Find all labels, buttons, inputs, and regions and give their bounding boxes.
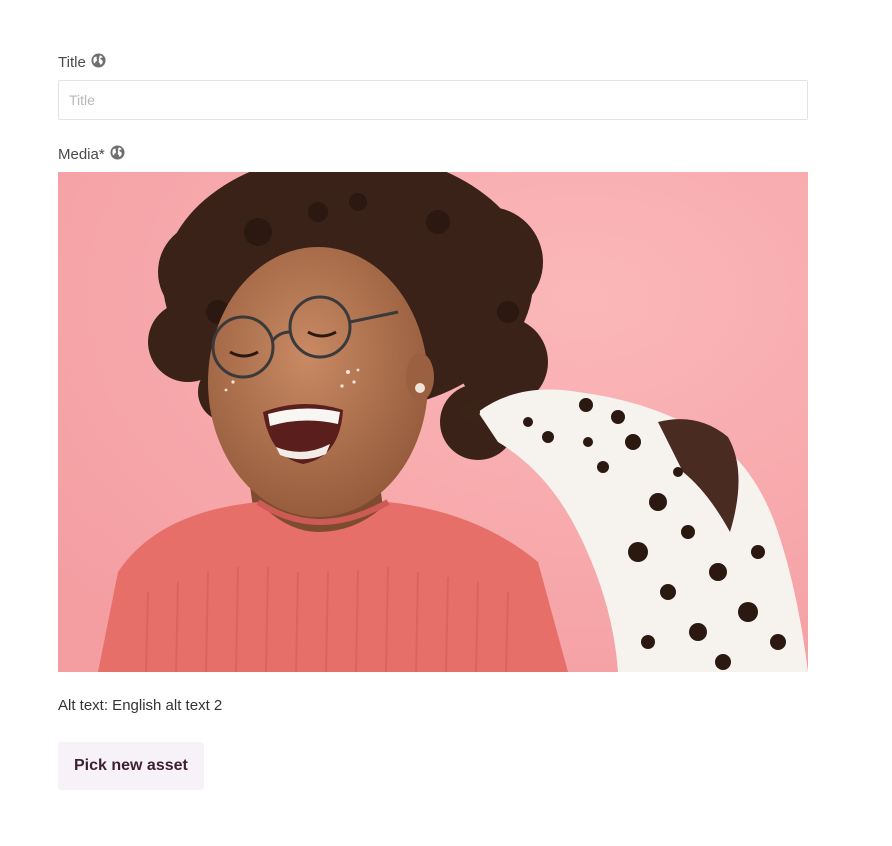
media-preview-image (58, 172, 808, 672)
asset-form: Title Media* (58, 52, 808, 790)
globe-icon (110, 144, 125, 160)
media-label-text: Media* (58, 145, 105, 163)
media-field-label: Media* (58, 144, 808, 164)
pick-new-asset-button[interactable]: Pick new asset (58, 742, 204, 790)
title-label-text: Title (58, 53, 86, 71)
globe-icon (91, 52, 106, 68)
alt-text-caption: Alt text: English alt text 2 (58, 697, 223, 714)
title-field-label: Title (58, 52, 808, 72)
title-input[interactable] (58, 80, 808, 120)
